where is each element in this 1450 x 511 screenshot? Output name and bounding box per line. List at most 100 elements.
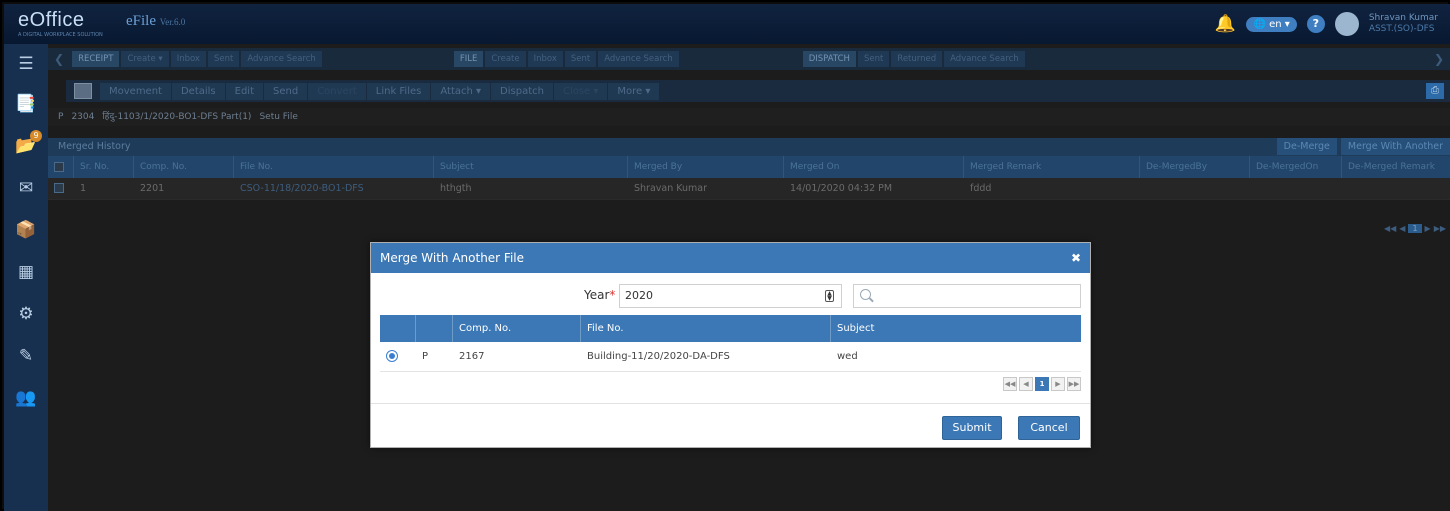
cancel-button[interactable]: Cancel — [1018, 416, 1080, 440]
module-menubar: ❮ RECEIPT Create ▾ Inbox Sent Advance Se… — [48, 48, 1450, 70]
merge-with-another-button[interactable]: Merge With Another — [1340, 138, 1450, 155]
menu-dispatch-sent[interactable]: Sent — [857, 51, 890, 67]
col-demerged-by[interactable]: De-MergedBy — [1140, 156, 1250, 178]
dialog-divider — [371, 403, 1090, 404]
cell-file-no-link[interactable]: CSO-11/18/2020-BO1-DFS — [234, 178, 434, 200]
menu-receipt-advance-search[interactable]: Advance Search — [241, 51, 322, 67]
submit-button[interactable]: Submit — [942, 416, 1002, 440]
cell-type: P — [422, 351, 429, 362]
inbox-count-badge: 9 — [30, 130, 42, 142]
edit-document-icon[interactable]: ✎ — [4, 336, 48, 376]
col-subject[interactable]: Subject — [831, 315, 1081, 342]
next-page-icon[interactable]: ▶ — [1425, 224, 1431, 233]
attach-button[interactable]: Attach ▾ — [431, 82, 491, 100]
file-inbox-icon[interactable]: 📂 9 — [4, 126, 48, 166]
col-sr-no[interactable]: Sr. No. — [74, 156, 134, 178]
menu-dispatch-returned[interactable]: Returned — [891, 51, 943, 67]
year-label: Year* — [584, 288, 616, 302]
demerge-button[interactable]: De-Merge — [1276, 138, 1337, 155]
receipt-icon[interactable]: 📑 — [4, 84, 48, 124]
user-settings-icon[interactable]: 👥 — [4, 378, 48, 418]
mail-icon[interactable]: ✉ — [4, 168, 48, 208]
col-comp-no[interactable]: Comp. No. — [453, 315, 581, 342]
menu-left-arrow-icon[interactable]: ❮ — [48, 52, 70, 66]
select-all-checkbox[interactable] — [48, 156, 74, 178]
edit-button[interactable]: Edit — [225, 82, 264, 100]
col-file-no[interactable]: File No. — [234, 156, 434, 178]
search-icon — [860, 289, 871, 300]
menu-receipt-sent[interactable]: Sent — [207, 51, 240, 67]
col-demerged-remark[interactable]: De-Merged Remark — [1342, 156, 1450, 178]
table-row[interactable]: P 2167 Building-11/20/2020-DA-DFS wed — [380, 342, 1081, 372]
menu-file-inbox[interactable]: Inbox — [527, 51, 563, 67]
left-sidebar: ☰ 📑 📂 9 ✉ 📦 ▦ ⚙ ✎ 👥 — [4, 44, 48, 511]
cell-merged-on: 14/01/2020 04:32 PM — [790, 182, 893, 194]
help-icon[interactable]: ? — [1306, 15, 1325, 33]
menu-file-create[interactable]: Create — [485, 51, 526, 67]
cell-comp-no: 2167 — [459, 351, 485, 362]
col-merged-remark[interactable]: Merged Remark — [964, 156, 1140, 178]
barcode-icon[interactable]: ▦ — [4, 252, 48, 292]
row-radio[interactable] — [380, 342, 416, 371]
cell-comp-no: 2201 — [140, 182, 165, 194]
menu-receipt-inbox[interactable]: Inbox — [170, 51, 206, 67]
current-page[interactable]: 1 — [1408, 224, 1422, 233]
app-window: eOffice A DIGITAL WORKPLACE SOLUTION eFi… — [0, 0, 1450, 511]
convert-button[interactable]: Convert — [308, 82, 366, 100]
col-merged-by[interactable]: Merged By — [628, 156, 784, 178]
cell-sr-no: 1 — [80, 182, 87, 194]
movement-button[interactable]: Movement — [100, 82, 171, 100]
table-row[interactable]: 1 2201 CSO-11/18/2020-BO1-DFS hthgth Shr… — [48, 178, 1450, 200]
menu-file[interactable]: FILE — [453, 51, 484, 67]
col-subject[interactable]: Subject — [434, 156, 628, 178]
merged-history-header: Sr. No. Comp. No. File No. Subject Merge… — [48, 156, 1450, 178]
prev-page-icon[interactable]: ◀ — [1019, 377, 1033, 391]
user-info[interactable]: Shravan Kumar ASST.(SO)-DFS — [1369, 13, 1438, 35]
search-input[interactable] — [853, 284, 1081, 308]
year-select[interactable]: 2020 ▲ ▼ — [619, 284, 842, 308]
next-page-icon[interactable]: ▶ — [1051, 377, 1065, 391]
last-page-icon[interactable]: ▶▶ — [1067, 377, 1081, 391]
print-icon[interactable]: ⎙ — [1426, 83, 1444, 99]
spinner-icon[interactable]: ▲ ▼ — [825, 290, 834, 302]
menu-file-advance-search[interactable]: Advance Search — [598, 51, 679, 67]
details-button[interactable]: Details — [171, 82, 225, 100]
header-tools: 🔔 🌐 en ▾ ? Shravan Kumar ASST.(SO)-DFS — [1214, 11, 1438, 37]
first-page-icon[interactable]: ◀◀ — [1384, 224, 1396, 233]
col-comp-no[interactable]: Comp. No. — [134, 156, 234, 178]
file-icon — [74, 83, 92, 99]
settings-icon[interactable]: ⚙ — [4, 294, 48, 334]
user-avatar[interactable] — [1334, 12, 1359, 36]
col-demerged-on[interactable]: De-MergedOn — [1250, 156, 1342, 178]
hamburger-menu-icon[interactable]: ☰ — [4, 44, 48, 84]
close-icon[interactable]: ✖ — [1071, 251, 1081, 265]
menu-dispatch[interactable]: DISPATCH — [802, 51, 856, 67]
language-selector[interactable]: 🌐 en ▾ — [1246, 16, 1297, 32]
menu-file-sent[interactable]: Sent — [564, 51, 597, 67]
menu-receipt[interactable]: RECEIPT — [72, 51, 120, 67]
prev-page-icon[interactable]: ◀ — [1399, 224, 1405, 233]
header-blank-2 — [416, 315, 453, 342]
menu-receipt-create[interactable]: Create ▾ — [121, 51, 169, 67]
col-merged-on[interactable]: Merged On — [784, 156, 964, 178]
notification-bell-icon[interactable]: 🔔 — [1214, 14, 1236, 34]
cell-merged-by: Shravan Kumar — [634, 182, 708, 194]
menu-dispatch-advance-search[interactable]: Advance Search — [944, 51, 1025, 67]
link-files-button[interactable]: Link Files — [366, 82, 431, 100]
row-checkbox[interactable] — [48, 178, 74, 200]
file-breadcrumb: P 2304 हिंदु-1103/1/2020-BO1-DFS Part(1) Se… — [48, 108, 1450, 126]
cell-subject: wed — [837, 351, 858, 362]
col-file-no[interactable]: File No. — [581, 315, 831, 342]
header-blank-1 — [380, 315, 416, 342]
more-button[interactable]: More ▾ — [608, 82, 660, 100]
menu-right-arrow-icon[interactable]: ❯ — [1428, 52, 1450, 66]
current-page[interactable]: 1 — [1035, 377, 1049, 391]
first-page-icon[interactable]: ◀◀ — [1003, 377, 1017, 391]
send-button[interactable]: Send — [264, 82, 308, 100]
dispatch-button[interactable]: Dispatch — [491, 82, 553, 100]
last-page-icon[interactable]: ▶▶ — [1434, 224, 1446, 233]
top-header: eOffice A DIGITAL WORKPLACE SOLUTION eFi… — [4, 4, 1450, 44]
merged-history-title: Merged History — [48, 138, 1450, 156]
dispatch-icon[interactable]: 📦 — [4, 210, 48, 250]
close-button[interactable]: Close ▾ — [553, 82, 608, 100]
